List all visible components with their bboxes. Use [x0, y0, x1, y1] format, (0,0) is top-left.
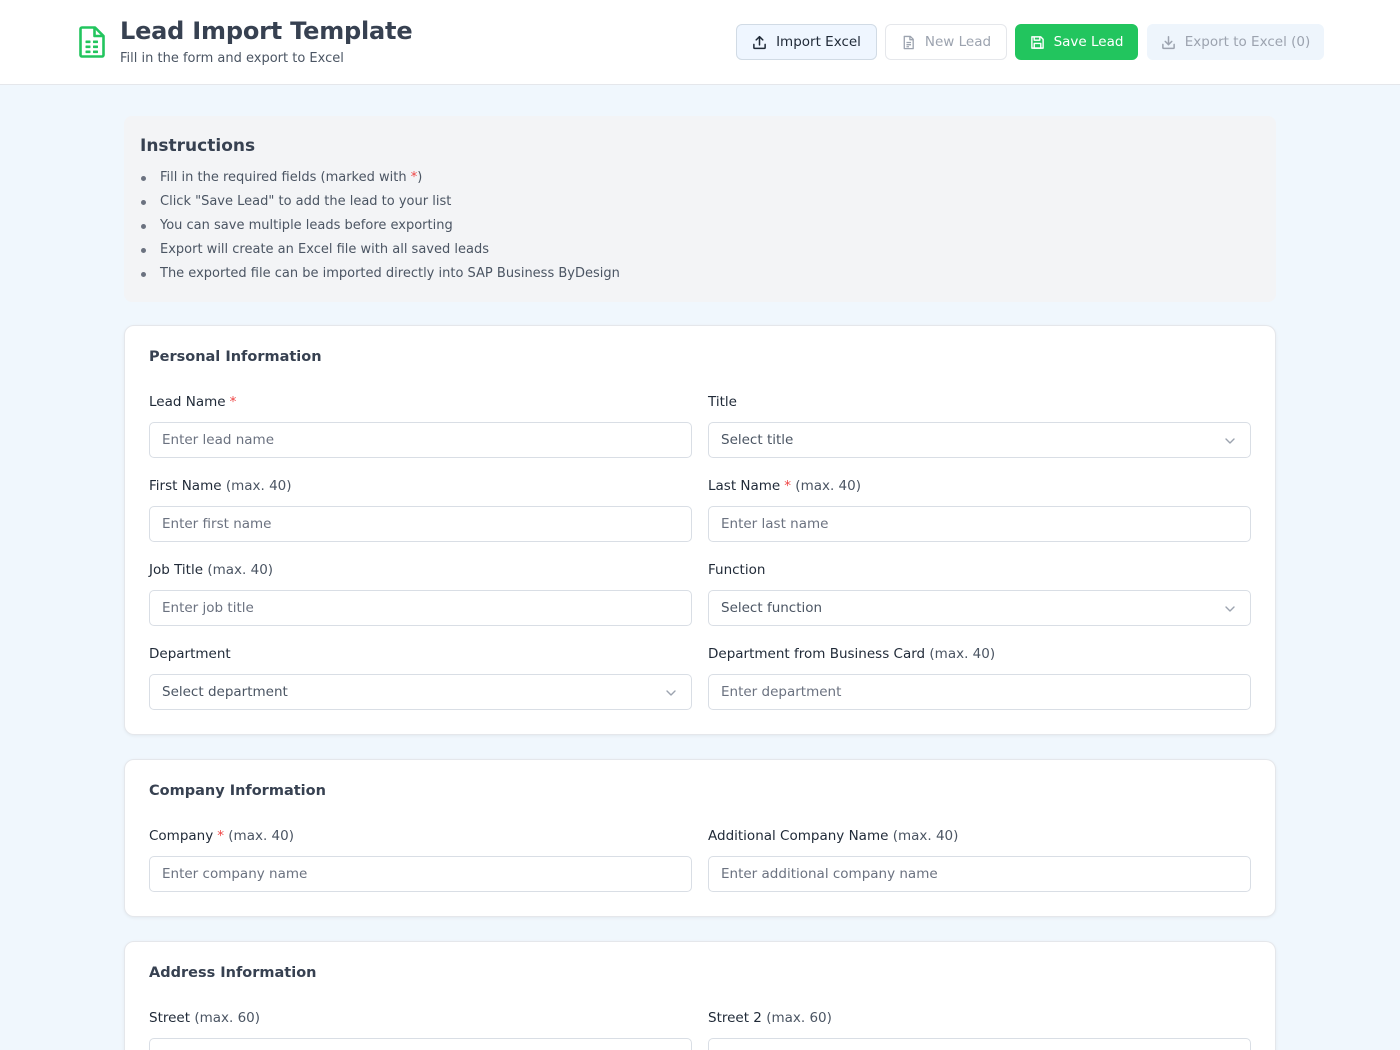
save-lead-label: Save Lead — [1053, 34, 1124, 50]
instructions-title: Instructions — [140, 136, 256, 156]
download-icon — [1161, 35, 1175, 49]
page-header: Lead Import Template Fill in the form an… — [0, 0, 1400, 85]
instruction-item: Fill in the required fields (marked with… — [140, 168, 620, 192]
chevron-down-icon — [1225, 438, 1235, 444]
instructions-panel: Instructions Fill in the required fields… — [124, 116, 1276, 302]
department-label: Department — [149, 646, 231, 662]
department-card-input[interactable] — [708, 674, 1251, 710]
instruction-item: Export will create an Excel file with al… — [140, 240, 620, 264]
page-title: Lead Import Template — [120, 17, 413, 45]
first-name-input[interactable] — [149, 506, 692, 542]
page-subtitle: Fill in the form and export to Excel — [120, 51, 344, 66]
import-excel-label: Import Excel — [776, 34, 861, 50]
department-select[interactable]: Select department — [149, 674, 692, 710]
lead-name-label: Lead Name * — [149, 394, 237, 410]
import-excel-button[interactable]: Import Excel — [736, 24, 877, 60]
lead-name-input[interactable] — [149, 422, 692, 458]
section-title: Address Information — [149, 965, 317, 981]
chevron-down-icon — [666, 690, 676, 696]
function-label: Function — [708, 562, 766, 578]
chevron-down-icon — [1225, 606, 1235, 612]
street2-input[interactable] — [708, 1038, 1251, 1050]
spreadsheet-icon — [79, 26, 105, 58]
additional-company-label: Additional Company Name (max. 40) — [708, 828, 959, 844]
instruction-item: Click "Save Lead" to add the lead to you… — [140, 192, 620, 216]
company-label: Company * (max. 40) — [149, 828, 294, 844]
additional-company-input[interactable] — [708, 856, 1251, 892]
floppy-disk-icon — [1030, 35, 1044, 49]
export-excel-button[interactable]: Export to Excel (0) — [1147, 24, 1324, 60]
address-information-card: Address Information Street (max. 60) Str… — [124, 941, 1276, 1050]
section-title: Personal Information — [149, 349, 322, 365]
title-select[interactable]: Select title — [708, 422, 1251, 458]
title-label: Title — [708, 394, 737, 410]
street2-label: Street 2 (max. 60) — [708, 1010, 832, 1026]
street-input[interactable] — [149, 1038, 692, 1050]
job-title-label: Job Title (max. 40) — [149, 562, 274, 578]
new-lead-button[interactable]: New Lead — [885, 24, 1007, 60]
last-name-input[interactable] — [708, 506, 1251, 542]
department-card-label: Department from Business Card (max. 40) — [708, 646, 996, 662]
section-title: Company Information — [149, 783, 326, 799]
instruction-item: The exported file can be imported direct… — [140, 264, 620, 288]
company-input[interactable] — [149, 856, 692, 892]
export-excel-label: Export to Excel (0) — [1184, 34, 1311, 50]
job-title-input[interactable] — [149, 590, 692, 626]
personal-information-card: Personal Information Lead Name* Title Se… — [124, 325, 1276, 735]
last-name-label: Last Name * (max. 40) — [708, 478, 862, 494]
instructions-list: Fill in the required fields (marked with… — [140, 168, 620, 288]
document-icon — [903, 35, 914, 49]
upload-icon — [753, 35, 766, 49]
save-lead-button[interactable]: Save Lead — [1015, 24, 1138, 60]
new-lead-label: New Lead — [924, 34, 992, 50]
company-information-card: Company Information Company* (max. 40) A… — [124, 759, 1276, 917]
street-label: Street (max. 60) — [149, 1010, 261, 1026]
function-select[interactable]: Select function — [708, 590, 1251, 626]
first-name-label: First Name (max. 40) — [149, 478, 292, 494]
instruction-item: You can save multiple leads before expor… — [140, 216, 620, 240]
